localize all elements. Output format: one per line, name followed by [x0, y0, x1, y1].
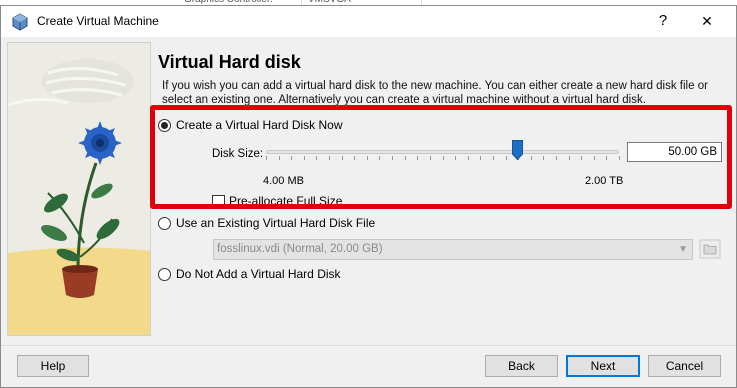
title-bar: Create Virtual Machine ? ✕	[1, 6, 736, 37]
help-button[interactable]: Help	[17, 355, 89, 377]
next-button[interactable]: Next	[566, 355, 640, 377]
plant-illustration	[8, 43, 150, 335]
wizard-artwork	[7, 42, 151, 336]
existing-disk-value: fosslinux.vdi (Normal, 20.00 GB)	[217, 243, 383, 255]
existing-disk-select[interactable]: fosslinux.vdi (Normal, 20.00 GB) ▼	[213, 239, 693, 260]
highlight-box	[150, 105, 732, 209]
back-button[interactable]: Back	[485, 355, 558, 377]
window-title: Create Virtual Machine	[37, 14, 159, 28]
cancel-button[interactable]: Cancel	[648, 355, 721, 377]
choose-disk-folder-icon[interactable]	[699, 239, 721, 259]
use-existing-disk-label[interactable]: Use an Existing Virtual Hard Disk File	[176, 216, 375, 230]
create-vm-dialog: Create Virtual Machine ? ✕ Virtual Hard …	[0, 5, 737, 388]
no-disk-radio[interactable]	[158, 268, 171, 281]
chevron-down-icon: ▼	[678, 244, 688, 255]
page-description: If you wish you can add a virtual hard d…	[162, 80, 708, 106]
use-existing-disk-radio[interactable]	[158, 217, 171, 230]
page-heading: Virtual Hard disk	[158, 52, 301, 72]
help-title-button[interactable]: ?	[653, 9, 673, 33]
no-disk-label[interactable]: Do Not Add a Virtual Hard Disk	[176, 267, 341, 281]
footer-divider	[1, 345, 736, 346]
virtualbox-icon	[12, 13, 28, 31]
close-button[interactable]: ✕	[687, 9, 727, 33]
